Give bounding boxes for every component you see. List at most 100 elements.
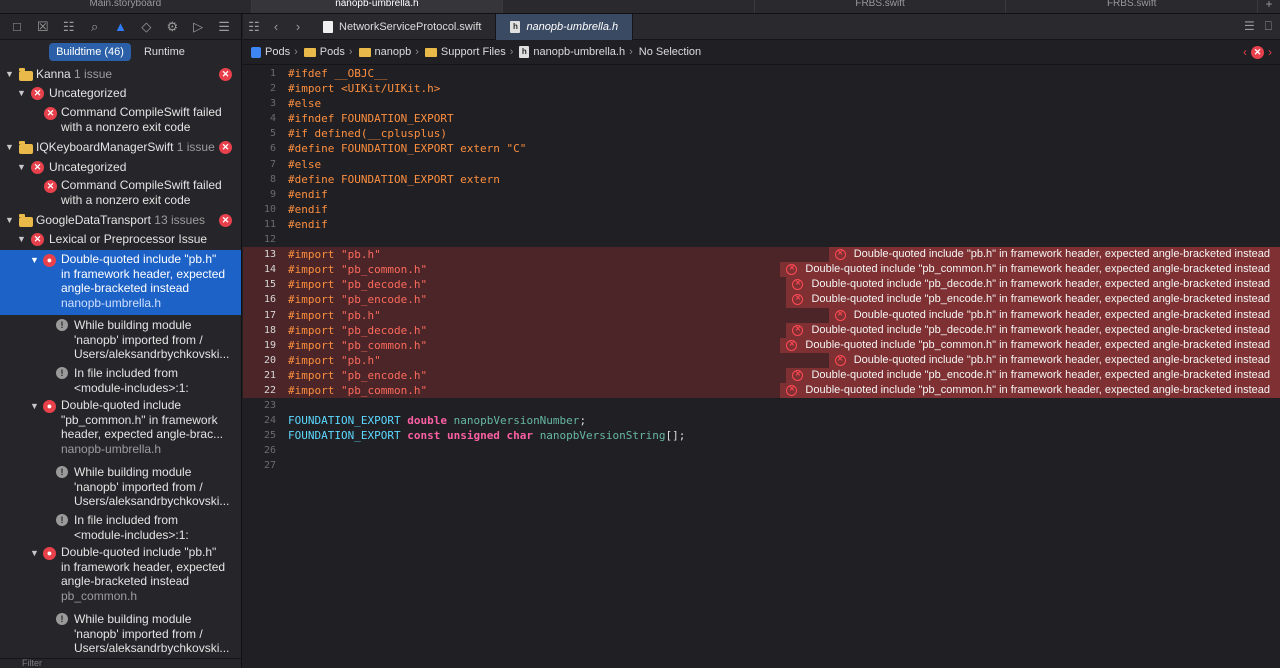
breakpoint-navigator-icon[interactable]: ▷: [185, 14, 211, 40]
debug-navigator-icon[interactable]: ⚙: [159, 14, 185, 40]
line-number[interactable]: 1: [243, 66, 276, 81]
issue-note-row[interactable]: ! While building module 'nanopb' importe…: [0, 462, 241, 510]
code-line-error[interactable]: 19 #import "pb_common.h" ✕ Double-quoted in…: [243, 337, 1280, 353]
line-number[interactable]: 26: [243, 443, 276, 458]
line-number[interactable]: 11: [243, 217, 276, 232]
line-number[interactable]: 2: [243, 81, 276, 96]
code-line-error[interactable]: 22 #import "pb_common.h" ✕ Double-quoted in…: [243, 382, 1280, 399]
inline-error-message[interactable]: ✕ Double-quoted include "pb_common.h" in …: [780, 382, 1280, 399]
disclosure-triangle-icon[interactable]: ▼: [17, 162, 26, 172]
issue-note-row[interactable]: ! While building module 'nanopb' importe…: [0, 315, 241, 363]
breadcrumb-item-nanopb[interactable]: nanopb: [358, 46, 411, 58]
test-navigator-icon[interactable]: ◇: [133, 14, 159, 40]
code-line[interactable]: 2 #import <UIKit/UIKit.h>: [243, 81, 1280, 96]
inline-error-message[interactable]: ✕ Double-quoted include "pb_decode.h" in …: [786, 277, 1280, 293]
code-line-error[interactable]: 21 #import "pb_encode.h" ✕ Double-quoted in…: [243, 367, 1280, 383]
error-icon[interactable]: ✕: [792, 279, 804, 291]
disclosure-triangle-icon[interactable]: ▼: [5, 142, 14, 152]
line-number[interactable]: 14: [243, 262, 276, 277]
issue-row[interactable]: ✕ Command CompileSwift failed with a non…: [0, 104, 241, 138]
error-icon[interactable]: ✕: [786, 385, 798, 397]
code-line-error[interactable]: 16 #import "pb_encode.h" ✕ Double-quoted in…: [243, 292, 1280, 308]
error-icon[interactable]: ✕: [834, 249, 846, 261]
line-number[interactable]: 15: [243, 277, 276, 292]
code-line[interactable]: 3 #else: [243, 96, 1280, 111]
disclosure-triangle-icon[interactable]: ▼: [5, 215, 14, 225]
previous-issue-icon[interactable]: ‹: [1243, 45, 1247, 59]
disclosure-triangle-icon[interactable]: ▼: [30, 255, 39, 265]
line-number[interactable]: 17: [243, 308, 276, 323]
issue-note-row[interactable]: ! While building module 'nanopb' importe…: [0, 609, 241, 657]
issue-row[interactable]: ▼ ● Double-quoted include "pb.h" in fram…: [0, 543, 241, 609]
editor-tab-nanopb-umbrella[interactable]: h nanopb-umbrella.h: [496, 13, 634, 40]
source-control-icon[interactable]: ☒: [30, 14, 56, 40]
code-line[interactable]: 8 #define FOUNDATION_EXPORT extern: [243, 172, 1280, 187]
split-editor-icon[interactable]: ⎕: [1265, 19, 1272, 34]
error-icon[interactable]: ✕: [792, 294, 804, 306]
code-line-error[interactable]: 13 #import "pb.h" ✕ Double-quoted include "…: [243, 247, 1280, 263]
project-navigator-icon[interactable]: □: [4, 14, 30, 40]
code-line[interactable]: 7 #else: [243, 157, 1280, 172]
code-line-error[interactable]: 18 #import "pb_decode.h" ✕ Double-quoted in…: [243, 322, 1280, 338]
scope-runtime[interactable]: Runtime: [137, 43, 192, 61]
code-line[interactable]: 6 #define FOUNDATION_EXPORT extern "C": [243, 141, 1280, 156]
inline-error-message[interactable]: ✕ Double-quoted include "pb_encode.h" in …: [786, 367, 1280, 383]
inline-error-message[interactable]: ✕ Double-quoted include "pb.h" in framewo…: [828, 352, 1280, 368]
code-line[interactable]: 5 #if defined(__cplusplus): [243, 126, 1280, 141]
issue-row-selected[interactable]: ▼ ● Double-quoted include "pb.h" in fram…: [0, 250, 241, 315]
code-line-error[interactable]: 15 #import "pb_decode.h" ✕ Double-quoted in…: [243, 277, 1280, 293]
disclosure-triangle-icon[interactable]: ▼: [5, 69, 14, 79]
disclosure-triangle-icon[interactable]: ▼: [30, 548, 39, 558]
breadcrumb-item-selection[interactable]: No Selection: [639, 46, 701, 58]
inline-error-message[interactable]: ✕ Double-quoted include "pb.h" in framewo…: [828, 247, 1280, 263]
line-number[interactable]: 24: [243, 413, 276, 428]
scope-buildtime[interactable]: Buildtime (46): [49, 43, 131, 61]
window-tab-main-storyboard[interactable]: Main.storyboard: [0, 0, 252, 13]
line-number[interactable]: 6: [243, 141, 276, 156]
report-navigator-icon[interactable]: ☰: [211, 14, 237, 40]
code-line[interactable]: 26: [243, 443, 1280, 458]
issue-category-row[interactable]: ▼ ✕ Lexical or Preprocessor Issue: [0, 230, 241, 250]
line-number[interactable]: 25: [243, 428, 276, 443]
inline-error-message[interactable]: ✕ Double-quoted include "pb.h" in framewo…: [828, 307, 1280, 323]
issue-group-kanna[interactable]: ▼ Kanna 1 issue ✕: [0, 65, 241, 84]
code-line[interactable]: 11 #endif: [243, 217, 1280, 232]
code-line[interactable]: 25 FOUNDATION_EXPORT const unsigned char …: [243, 428, 1280, 443]
issue-navigator-icon[interactable]: ▲: [108, 14, 134, 40]
code-line[interactable]: 1 #ifdef __OBJC__: [243, 66, 1280, 81]
code-line-error[interactable]: 20 #import "pb.h" ✕ Double-quoted include "…: [243, 352, 1280, 368]
line-number[interactable]: 20: [243, 353, 276, 368]
symbol-navigator-icon[interactable]: ☷: [56, 14, 82, 40]
line-number[interactable]: 4: [243, 111, 276, 126]
line-number[interactable]: 8: [243, 172, 276, 187]
error-icon[interactable]: ✕: [834, 354, 846, 366]
issue-category-row[interactable]: ▼ ✕ Uncategorized: [0, 158, 241, 177]
line-number[interactable]: 18: [243, 323, 276, 338]
issue-group-googledatatransport[interactable]: ▼ GoogleDataTransport 13 issues ✕: [0, 211, 241, 230]
code-line[interactable]: 27: [243, 458, 1280, 473]
code-line[interactable]: 23: [243, 398, 1280, 413]
window-tab-nanopb-umbrella[interactable]: nanopb-umbrella.h: [251, 0, 504, 13]
breadcrumb-item-pods-folder[interactable]: Pods: [303, 46, 345, 58]
breadcrumb-item-support-files[interactable]: Support Files: [424, 46, 506, 58]
code-line-error[interactable]: 17 #import "pb.h" ✕ Double-quoted include "…: [243, 307, 1280, 323]
error-icon[interactable]: ✕: [786, 339, 798, 351]
code-line[interactable]: 9 #endif: [243, 187, 1280, 202]
line-number[interactable]: 19: [243, 338, 276, 353]
line-number[interactable]: 23: [243, 398, 276, 413]
line-number[interactable]: 21: [243, 368, 276, 383]
error-icon[interactable]: ✕: [792, 369, 804, 381]
issue-group-iqkeyboardmanagerswift[interactable]: ▼ IQKeyboardManagerSwift 1 issue ✕: [0, 138, 241, 158]
breadcrumb-item-file[interactable]: h nanopb-umbrella.h: [519, 46, 625, 58]
find-navigator-icon[interactable]: ⌕: [82, 14, 108, 40]
error-icon[interactable]: ✕: [786, 264, 798, 276]
code-line-error[interactable]: 14 #import "pb_common.h" ✕ Double-quoted in…: [243, 262, 1280, 278]
editor-tab-networkserviceprotocol[interactable]: NetworkServiceProtocol.swift: [309, 13, 497, 40]
issue-note-row[interactable]: ! In file included from <module-includes…: [0, 363, 241, 396]
window-tab-empty[interactable]: [503, 0, 755, 13]
line-number[interactable]: 3: [243, 96, 276, 111]
inline-error-message[interactable]: ✕ Double-quoted include "pb_encode.h" in …: [786, 292, 1280, 308]
line-number[interactable]: 27: [243, 458, 276, 473]
error-icon[interactable]: ✕: [834, 309, 846, 321]
related-items-icon[interactable]: ☷: [243, 19, 265, 35]
